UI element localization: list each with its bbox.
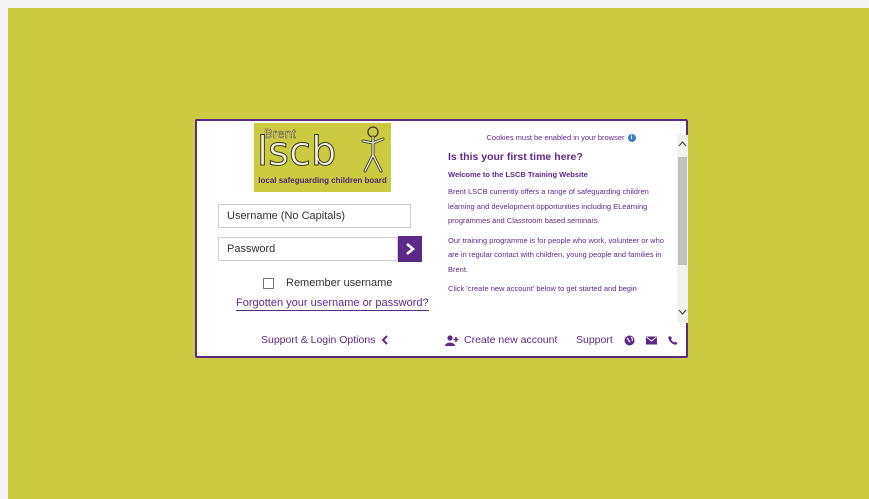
info-paragraph: Our training programme is for people who… xyxy=(448,235,664,274)
password-input[interactable]: Password xyxy=(218,237,398,261)
create-account-link[interactable]: Create new account xyxy=(445,334,557,346)
info-paragraph: Brent LSCB currently offers a range of s… xyxy=(448,187,649,225)
chevron-down-icon[interactable] xyxy=(677,307,688,319)
logo-lscb-text: lscb xyxy=(256,129,337,175)
remember-checkbox[interactable] xyxy=(263,277,274,289)
support-login-options-button[interactable]: Support & Login Options xyxy=(261,334,389,346)
info-paragraph: Click 'create new account' below to get … xyxy=(448,284,637,293)
add-user-icon xyxy=(445,334,459,346)
support-section: Support xyxy=(576,334,678,346)
info-scrollbar[interactable] xyxy=(677,135,688,323)
scroll-thumb[interactable] xyxy=(678,157,687,265)
support-options-label: Support & Login Options xyxy=(261,334,376,346)
password-placeholder: Password xyxy=(227,243,276,255)
chevron-right-icon xyxy=(406,243,415,255)
chevron-up-icon[interactable] xyxy=(677,139,688,151)
info-panel: Cookies must be enabled in your browser … xyxy=(445,133,677,323)
remember-username[interactable]: Remember username xyxy=(263,277,392,289)
chevron-left-icon xyxy=(382,335,389,345)
first-time-heading: Is this your first time here? xyxy=(448,151,583,163)
child-figure-icon xyxy=(361,126,385,173)
login-submit-button[interactable] xyxy=(398,236,422,262)
logo-tagline: local safeguarding children board xyxy=(258,176,387,185)
envelope-icon[interactable] xyxy=(645,336,657,345)
remember-label: Remember username xyxy=(286,277,393,289)
create-account-label: Create new account xyxy=(464,334,558,346)
info-icon[interactable]: i xyxy=(627,133,636,142)
cookies-notice: Cookies must be enabled in your browser … xyxy=(445,133,677,142)
support-label: Support xyxy=(576,334,613,346)
welcome-heading: Welcome to the LSCB Training Website xyxy=(448,170,588,179)
login-card: Brent lscb local safeguarding children b… xyxy=(195,119,688,358)
cookies-notice-text: Cookies must be enabled in your browser xyxy=(486,133,625,142)
username-input[interactable]: Username (No Capitals) xyxy=(218,204,411,228)
phone-icon[interactable] xyxy=(667,335,678,345)
globe-icon[interactable] xyxy=(624,335,635,346)
forgot-password-link[interactable]: Forgotten your username or password? xyxy=(236,297,429,311)
username-placeholder: Username (No Capitals) xyxy=(227,210,345,222)
brent-lscb-logo: Brent lscb local safeguarding children b… xyxy=(254,123,391,192)
